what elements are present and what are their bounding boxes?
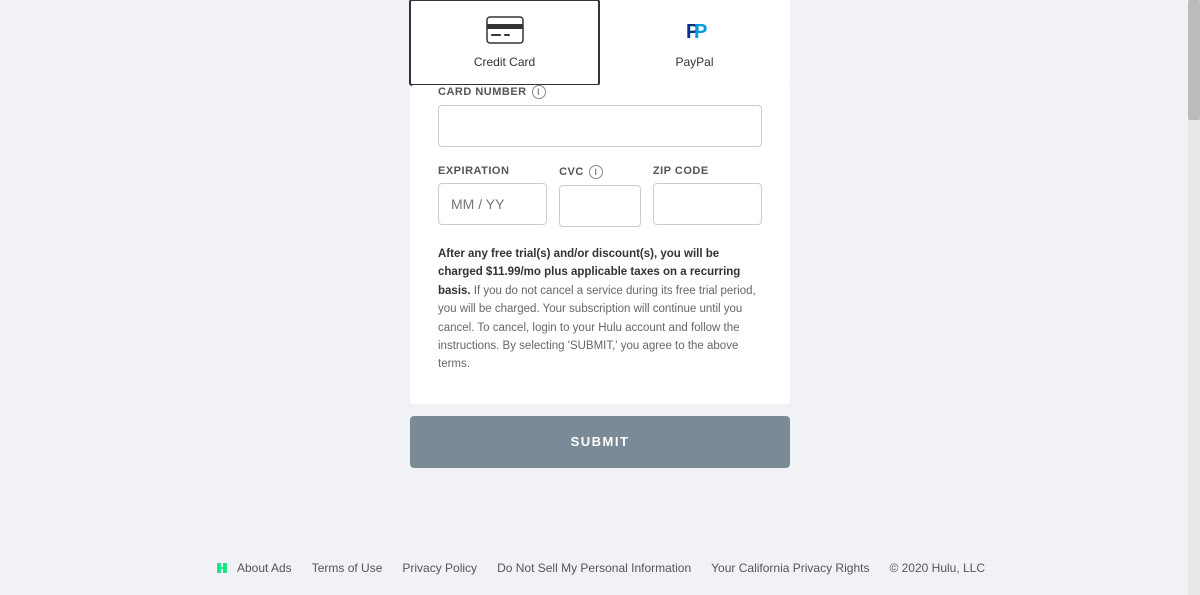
cvc-info-icon[interactable]: i	[589, 165, 603, 179]
expiration-group: EXPIRATION	[438, 165, 547, 227]
terms-of-use-link[interactable]: Terms of Use	[312, 561, 383, 575]
svg-text:P: P	[694, 21, 707, 43]
scrollbar-thumb[interactable]	[1188, 0, 1200, 120]
card-number-input[interactable]	[438, 105, 762, 147]
paypal-tab[interactable]: P P PayPal	[599, 0, 790, 85]
cvc-group: CVC i	[559, 165, 641, 227]
credit-card-tab[interactable]: Credit Card	[409, 0, 600, 86]
scrollbar[interactable]	[1188, 0, 1200, 595]
footer: About Ads Terms of Use Privacy Policy Do…	[0, 541, 1200, 595]
paypal-icon: P P	[676, 16, 714, 49]
cvc-label: CVC i	[559, 165, 641, 179]
paypal-tab-label: PayPal	[675, 55, 713, 69]
submit-button[interactable]: SUBMIT	[410, 416, 790, 468]
card-details-row: EXPIRATION CVC i ZIP CODE	[410, 165, 790, 227]
credit-card-tab-label: Credit Card	[474, 55, 535, 69]
payment-form-section: CARD NUMBER i EXPIRATION CVC i	[410, 85, 790, 404]
ca-privacy-rights-link[interactable]: Your California Privacy Rights	[711, 561, 869, 575]
zip-input[interactable]	[653, 183, 762, 225]
card-number-info-icon[interactable]: i	[532, 85, 546, 99]
cvc-input[interactable]	[559, 185, 641, 227]
submit-section: SUBMIT	[410, 416, 790, 468]
do-not-sell-link[interactable]: Do Not Sell My Personal Information	[497, 561, 691, 575]
card-number-group: CARD NUMBER i	[410, 85, 790, 147]
zip-group: ZIP CODE	[653, 165, 762, 227]
privacy-policy-link[interactable]: Privacy Policy	[402, 561, 477, 575]
credit-card-icon	[486, 16, 524, 49]
about-ads-link[interactable]: About Ads	[237, 561, 292, 575]
zip-label: ZIP CODE	[653, 165, 762, 177]
expiration-input[interactable]	[438, 183, 547, 225]
copyright-text: © 2020 Hulu, LLC	[889, 561, 985, 575]
disclaimer-text: After any free trial(s) and/or discount(…	[410, 245, 790, 374]
hulu-logo-icon	[215, 561, 229, 575]
expiration-label: EXPIRATION	[438, 165, 547, 177]
card-number-label: CARD NUMBER i	[438, 85, 762, 99]
